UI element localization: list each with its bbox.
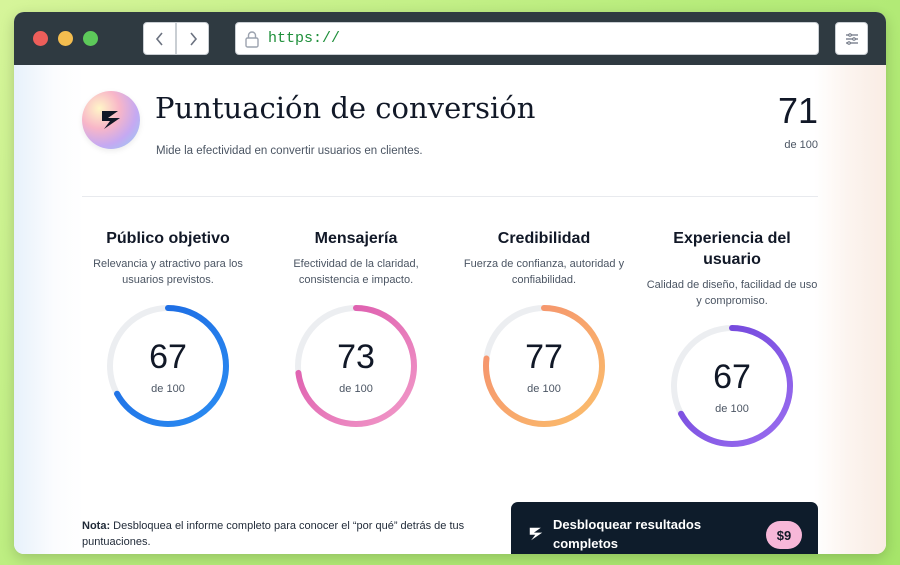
gauge-max: de 100: [339, 383, 373, 395]
unlock-label: Desbloquear resultados completos: [553, 517, 702, 551]
score-gauge: 77 de 100: [479, 301, 609, 431]
browser-titlebar: https://: [14, 12, 886, 65]
url-text: https://: [268, 30, 341, 47]
forward-button[interactable]: [176, 22, 209, 55]
menu-icon: [845, 32, 858, 45]
browser-window: https:// Puntuación de conversión Mide l…: [14, 12, 886, 554]
category-experiencia-usuario: Experiencia del usuario Calidad de diseñ…: [643, 228, 821, 309]
brand-logo: [82, 91, 140, 149]
note-label: Nota:: [82, 520, 111, 532]
score-gauge: 67 de 100: [667, 321, 797, 451]
address-bar[interactable]: https://: [235, 22, 819, 55]
total-score-value: 71: [777, 90, 818, 131]
chevron-right-icon: [189, 31, 197, 46]
category-title: Credibilidad: [497, 230, 591, 247]
bolt-z-icon: [529, 527, 543, 541]
lock-icon: [245, 30, 259, 48]
close-window-button[interactable]: [33, 31, 48, 46]
gauge-score: 77: [525, 338, 563, 376]
total-score-max: de 100: [784, 139, 818, 151]
category-description: Efectividad de la claridad, consistencia…: [293, 258, 419, 286]
page-title: Puntuación de conversión: [155, 91, 536, 125]
category-title: Público objetivo: [106, 230, 230, 247]
divider: [82, 196, 818, 197]
category-credibilidad: Credibilidad Fuerza de confianza, autori…: [455, 228, 633, 288]
gauge-max: de 100: [715, 403, 749, 415]
category-mensajeria: Mensajería Efectividad de la claridad, c…: [267, 228, 445, 288]
gauge-max: de 100: [151, 383, 185, 395]
gauge-score: 73: [337, 338, 375, 376]
note-text: Desbloquea el informe completo para cono…: [82, 520, 465, 548]
category-title: Mensajería: [314, 230, 398, 247]
back-button[interactable]: [143, 22, 176, 55]
category-publico-objetivo: Público objetivo Relevancia y atractivo …: [79, 228, 257, 288]
gauge-score: 67: [149, 338, 187, 376]
category-description: Calidad de diseño, facilidad de uso y co…: [646, 279, 818, 307]
category-description: Relevancia y atractivo para los usuarios…: [93, 258, 243, 286]
score-gauge: 73 de 100: [291, 301, 421, 431]
page-subtitle: Mide la efectividad en convertir usuario…: [156, 145, 423, 157]
category-title: Experiencia del usuario: [673, 230, 791, 268]
total-score: 71 de 100: [777, 90, 818, 152]
maximize-window-button[interactable]: [83, 31, 98, 46]
menu-button[interactable]: [835, 22, 868, 55]
score-gauge: 67 de 100: [103, 301, 233, 431]
bolt-z-icon: [102, 111, 120, 129]
chevron-left-icon: [155, 31, 163, 46]
price-badge: $9: [766, 521, 802, 549]
category-description: Fuerza de confianza, autoridad y confiab…: [463, 258, 625, 286]
gauge-score: 67: [713, 358, 751, 396]
unlock-results-button[interactable]: Desbloquear resultados completos $9: [511, 502, 818, 554]
page-content: Puntuación de conversión Mide la efectiv…: [14, 65, 886, 554]
gauge-max: de 100: [527, 383, 561, 395]
minimize-window-button[interactable]: [58, 31, 73, 46]
note: Nota: Desbloquea el informe completo par…: [82, 518, 482, 550]
